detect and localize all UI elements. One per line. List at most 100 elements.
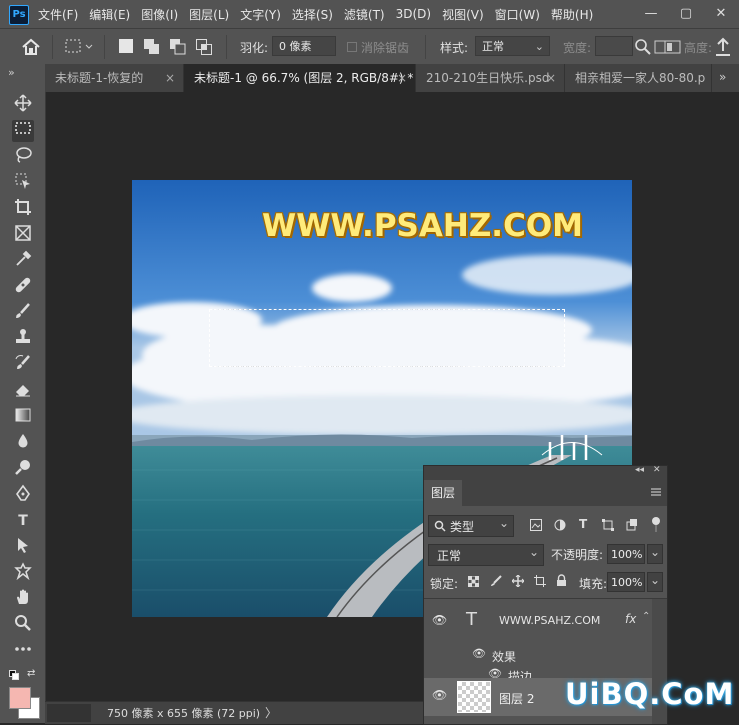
tab-document-1[interactable]: 未标题-1-恢复的 × <box>45 64 184 92</box>
tab-document-4[interactable]: 相亲相爱一家人80-80.p <box>565 64 712 92</box>
default-colors-icon[interactable] <box>9 669 19 683</box>
selection-marquee[interactable] <box>209 309 565 367</box>
add-selection-icon[interactable] <box>144 39 160 58</box>
healing-brush-tool-icon[interactable] <box>12 276 34 298</box>
filter-type-icon[interactable]: T <box>579 517 587 531</box>
menu-window[interactable]: 窗口(W) <box>495 6 540 23</box>
menu-edit[interactable]: 编辑(E) <box>89 6 130 23</box>
close-icon[interactable]: × <box>165 64 175 92</box>
style-select[interactable]: 正常 ⌄ <box>475 36 550 56</box>
opacity-slider-toggle[interactable]: ⌄ <box>647 544 663 564</box>
width-input[interactable] <box>595 36 633 56</box>
custom-shape-tool-icon[interactable] <box>12 562 34 584</box>
menu-type[interactable]: 文字(Y) <box>240 6 281 23</box>
feather-label: 羽化: <box>240 41 269 55</box>
eraser-tool-icon[interactable] <box>12 380 34 402</box>
object-select-tool-icon[interactable] <box>12 172 34 194</box>
tab-layers[interactable]: 图层 <box>424 480 462 506</box>
tab-document-3[interactable]: 210-210生日快乐.psd × <box>416 64 565 92</box>
filter-adjustment-icon[interactable] <box>554 519 566 534</box>
menu-filter[interactable]: 滤镜(T) <box>344 6 385 23</box>
more-tools-icon[interactable] <box>12 640 34 662</box>
history-brush-tool-icon[interactable] <box>12 354 34 376</box>
lock-position-icon[interactable] <box>511 574 525 590</box>
lock-artboard-icon[interactable] <box>534 575 546 590</box>
height-label: 高度: <box>684 41 713 55</box>
move-tool-icon[interactable] <box>12 94 34 116</box>
fill-input[interactable]: 100% <box>607 572 645 592</box>
new-selection-icon[interactable] <box>119 39 133 53</box>
panel-menu-icon[interactable] <box>650 486 662 501</box>
menu-3d[interactable]: 3D(D) <box>396 7 431 21</box>
frame-tool-icon[interactable] <box>12 224 34 246</box>
blend-mode-select[interactable]: 正常 ⌄ <box>428 544 544 566</box>
eyedropper-tool-icon[interactable] <box>12 250 34 272</box>
swap-colors-icon[interactable]: ⇄ <box>27 668 35 679</box>
toolbar-collapse-button[interactable]: » <box>8 66 15 79</box>
menu-file[interactable]: 文件(F) <box>38 6 78 23</box>
chevron-down-icon: ⌄ <box>529 545 540 559</box>
home-icon[interactable] <box>20 37 42 57</box>
visibility-eye-icon[interactable]: 👁 <box>432 688 447 702</box>
menu-view[interactable]: 视图(V) <box>442 6 484 23</box>
tab-overflow-button[interactable]: » <box>719 70 726 84</box>
subtract-selection-icon[interactable] <box>170 39 186 58</box>
crop-tool-icon[interactable] <box>12 198 34 220</box>
close-icon[interactable]: × <box>397 64 407 92</box>
layer-effects-row[interactable]: 👁 效果 <box>424 645 652 665</box>
filter-smart-object-icon[interactable] <box>626 519 638 534</box>
layer-thumbnail <box>457 681 491 713</box>
brush-tool-icon[interactable] <box>12 302 34 324</box>
clone-stamp-tool-icon[interactable] <box>12 328 34 350</box>
zoom-tool-icon[interactable] <box>12 614 34 636</box>
fill-slider-toggle[interactable]: ⌄ <box>647 572 663 592</box>
filter-toggle-icon[interactable] <box>651 516 661 537</box>
path-select-tool-icon[interactable] <box>12 536 34 558</box>
tab-label: 未标题-1-恢复的 <box>55 71 144 85</box>
menu-layer[interactable]: 图层(L) <box>189 6 229 23</box>
type-tool-icon[interactable]: T <box>12 510 34 532</box>
intersect-selection-icon[interactable] <box>196 39 212 58</box>
maximize-button[interactable]: ▢ <box>669 0 703 28</box>
close-window-button[interactable]: ✕ <box>704 0 738 28</box>
marquee-preset-icon[interactable] <box>64 38 94 56</box>
feather-input[interactable]: 0 像素 <box>272 36 336 56</box>
menu-select[interactable]: 选择(S) <box>292 6 333 23</box>
lock-transparent-icon[interactable] <box>467 575 480 590</box>
visibility-eye-icon[interactable]: 👁 <box>432 613 447 627</box>
photoshop-logo: Ps <box>9 5 29 25</box>
panel-tab-bar: 图层 <box>424 480 667 506</box>
menu-help[interactable]: 帮助(H) <box>551 6 593 23</box>
close-icon[interactable]: × <box>546 64 556 92</box>
lasso-tool-icon[interactable] <box>12 146 34 168</box>
foreground-color-swatch[interactable] <box>9 687 31 709</box>
status-menu-arrow[interactable]: 〉 <box>265 704 277 721</box>
antialias-checkbox[interactable] <box>347 42 357 52</box>
tab-label: 未标题-1 @ 66.7% (图层 2, RGB/8#) * <box>194 71 414 85</box>
gradient-tool-icon[interactable] <box>12 406 34 428</box>
fx-icon[interactable]: fx <box>625 612 636 626</box>
upload-icon[interactable] <box>713 36 733 61</box>
hand-tool-icon[interactable] <box>12 588 34 610</box>
tab-document-2[interactable]: 未标题-1 @ 66.7% (图层 2, RGB/8#) * × <box>184 64 416 92</box>
panel-close-button[interactable]: ✕ <box>653 465 661 475</box>
filter-kind-select[interactable]: 类型 ⌄ <box>428 515 514 537</box>
filter-pixel-icon[interactable] <box>530 519 542 534</box>
panel-collapse-button[interactable]: ◂◂ <box>635 465 644 475</box>
lock-pixels-icon[interactable] <box>490 575 502 590</box>
pen-tool-icon[interactable] <box>12 484 34 506</box>
rect-marquee-tool-icon[interactable] <box>12 120 34 142</box>
layer-row-text[interactable]: 👁 T WWW.PSAHZ.COM fx ⌃ <box>424 599 652 645</box>
swap-dimensions-icon[interactable] <box>634 38 652 59</box>
minimize-button[interactable]: — <box>634 0 668 28</box>
main-menu: 文件(F) 编辑(E) 图像(I) 图层(L) 文字(Y) 选择(S) 滤镜(T… <box>38 0 604 28</box>
dodge-tool-icon[interactable] <box>12 458 34 480</box>
filter-shape-icon[interactable] <box>602 519 614 534</box>
blur-tool-icon[interactable] <box>12 432 34 454</box>
collapse-effects-icon[interactable]: ⌃ <box>642 611 650 622</box>
visibility-eye-icon[interactable]: 👁 <box>472 647 486 660</box>
lock-all-icon[interactable] <box>556 574 567 590</box>
opacity-input[interactable]: 100% <box>607 544 645 564</box>
menu-image[interactable]: 图像(I) <box>141 6 178 23</box>
zoom-field[interactable] <box>47 704 91 722</box>
